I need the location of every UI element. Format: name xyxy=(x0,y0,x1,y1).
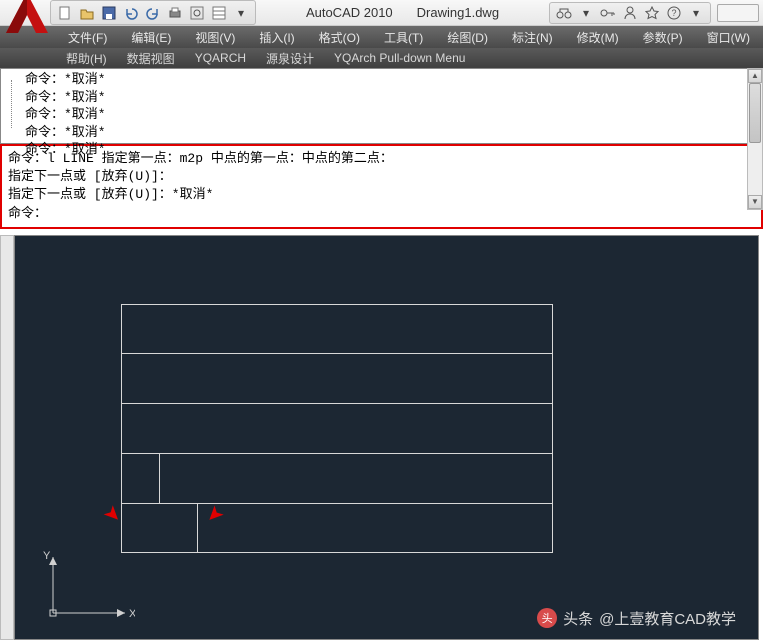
ucs-y-label: Y xyxy=(43,551,51,562)
window-minimize[interactable] xyxy=(717,4,759,22)
cmd-line: 命令：*取消* xyxy=(25,89,756,107)
save-icon[interactable] xyxy=(101,5,117,21)
dropdown-icon[interactable]: ▾ xyxy=(578,5,594,21)
undo-icon[interactable] xyxy=(123,5,139,21)
watermark-badge: 头 xyxy=(537,608,557,628)
watermark: 头 头条 @上壹教育CAD教学 xyxy=(537,608,736,629)
app-name: AutoCAD 2010 xyxy=(306,5,393,20)
menu-dataview[interactable]: 数据视图 xyxy=(117,48,185,69)
menu-pulldown[interactable]: YQArch Pull-down Menu xyxy=(324,49,475,67)
scroll-up-icon[interactable]: ▲ xyxy=(748,69,762,83)
menu-format[interactable]: 格式(O) xyxy=(307,26,372,49)
cmd-line: 指定下一点或 [放弃(U)]：*取消* xyxy=(8,186,755,204)
new-icon[interactable] xyxy=(57,5,73,21)
table-outline xyxy=(121,304,553,553)
person-icon[interactable] xyxy=(622,5,638,21)
ucs-x-label: X xyxy=(129,608,135,620)
watermark-text: @上壹教育CAD教学 xyxy=(599,608,736,629)
menu-draw[interactable]: 绘图(D) xyxy=(435,26,500,49)
menu-edit[interactable]: 编辑(E) xyxy=(119,26,183,49)
binoculars-icon[interactable] xyxy=(556,5,572,21)
cmd-line: 命令：*取消* xyxy=(25,71,756,89)
open-icon[interactable] xyxy=(79,5,95,21)
key-icon[interactable] xyxy=(600,5,616,21)
quick-access-toolbar: ▾ xyxy=(50,0,256,25)
menu-view[interactable]: 视图(V) xyxy=(183,26,247,49)
svg-text:?: ? xyxy=(671,8,676,18)
menu-file[interactable]: 文件(F) xyxy=(56,26,119,49)
dropdown-icon[interactable]: ▾ xyxy=(688,5,704,21)
table-hline xyxy=(121,453,553,454)
title-bar: ▾ AutoCAD 2010 Drawing1.dwg ▾ ? ▾ xyxy=(0,0,763,26)
favorite-icon[interactable] xyxy=(644,5,660,21)
vertical-scrollbar[interactable]: ▲ ▼ xyxy=(747,68,763,210)
help-icon[interactable]: ? xyxy=(666,5,682,21)
cmd-line[interactable]: 命令： xyxy=(8,205,755,223)
dropdown-icon[interactable]: ▾ xyxy=(233,5,249,21)
table-vline xyxy=(197,503,198,553)
menu-yuanquan[interactable]: 源泉设计 xyxy=(256,48,324,69)
table-hline xyxy=(121,353,553,354)
print-icon[interactable] xyxy=(167,5,183,21)
left-ruler xyxy=(0,235,14,640)
menu-parameters[interactable]: 参数(P) xyxy=(631,26,695,49)
menu-yqarch[interactable]: YQARCH xyxy=(185,49,256,67)
titlebar-center: AutoCAD 2010 Drawing1.dwg xyxy=(256,5,549,20)
properties-icon[interactable] xyxy=(211,5,227,21)
table-hline xyxy=(121,503,553,504)
drawing-area-wrap: ➤ ➤ X Y 头 头条 @上壹教育CAD教学 xyxy=(0,229,763,644)
cmd-line: 命令：*取消* xyxy=(25,124,756,142)
menu-bar: 文件(F) 编辑(E) 视图(V) 插入(I) 格式(O) 工具(T) 绘图(D… xyxy=(0,26,763,48)
menu-modify[interactable]: 修改(M) xyxy=(565,26,631,49)
cmd-line: 指定下一点或 [放弃(U)]： xyxy=(8,168,755,186)
cmd-line: 命令：*取消* xyxy=(25,141,756,159)
search-tools: ▾ ? ▾ xyxy=(549,2,711,24)
menu-help[interactable]: 帮助(H) xyxy=(56,48,117,69)
command-history: 命令：*取消* 命令：*取消* 命令：*取消* 命令：*取消* 命令：*取消* xyxy=(0,68,763,144)
menu-tools[interactable]: 工具(T) xyxy=(372,26,435,49)
plot-preview-icon[interactable] xyxy=(189,5,205,21)
menu-bar-2: 帮助(H) 数据视图 YQARCH 源泉设计 YQArch Pull-down … xyxy=(0,48,763,68)
scroll-thumb[interactable] xyxy=(749,83,761,143)
table-hline xyxy=(121,403,553,404)
scroll-down-icon[interactable]: ▼ xyxy=(748,195,762,209)
menu-dimension[interactable]: 标注(N) xyxy=(500,26,565,49)
cmd-line: 命令：*取消* xyxy=(25,106,756,124)
doc-name: Drawing1.dwg xyxy=(417,5,499,20)
app-logo[interactable] xyxy=(0,0,54,41)
watermark-prefix: 头条 xyxy=(563,608,593,629)
table-vline xyxy=(159,453,160,503)
drawing-canvas[interactable]: ➤ ➤ X Y 头 头条 @上壹教育CAD教学 xyxy=(14,235,759,640)
menu-window[interactable]: 窗口(W) xyxy=(695,26,762,49)
ucs-icon: X Y xyxy=(35,551,135,631)
menu-insert[interactable]: 插入(I) xyxy=(247,26,306,49)
redo-icon[interactable] xyxy=(145,5,161,21)
